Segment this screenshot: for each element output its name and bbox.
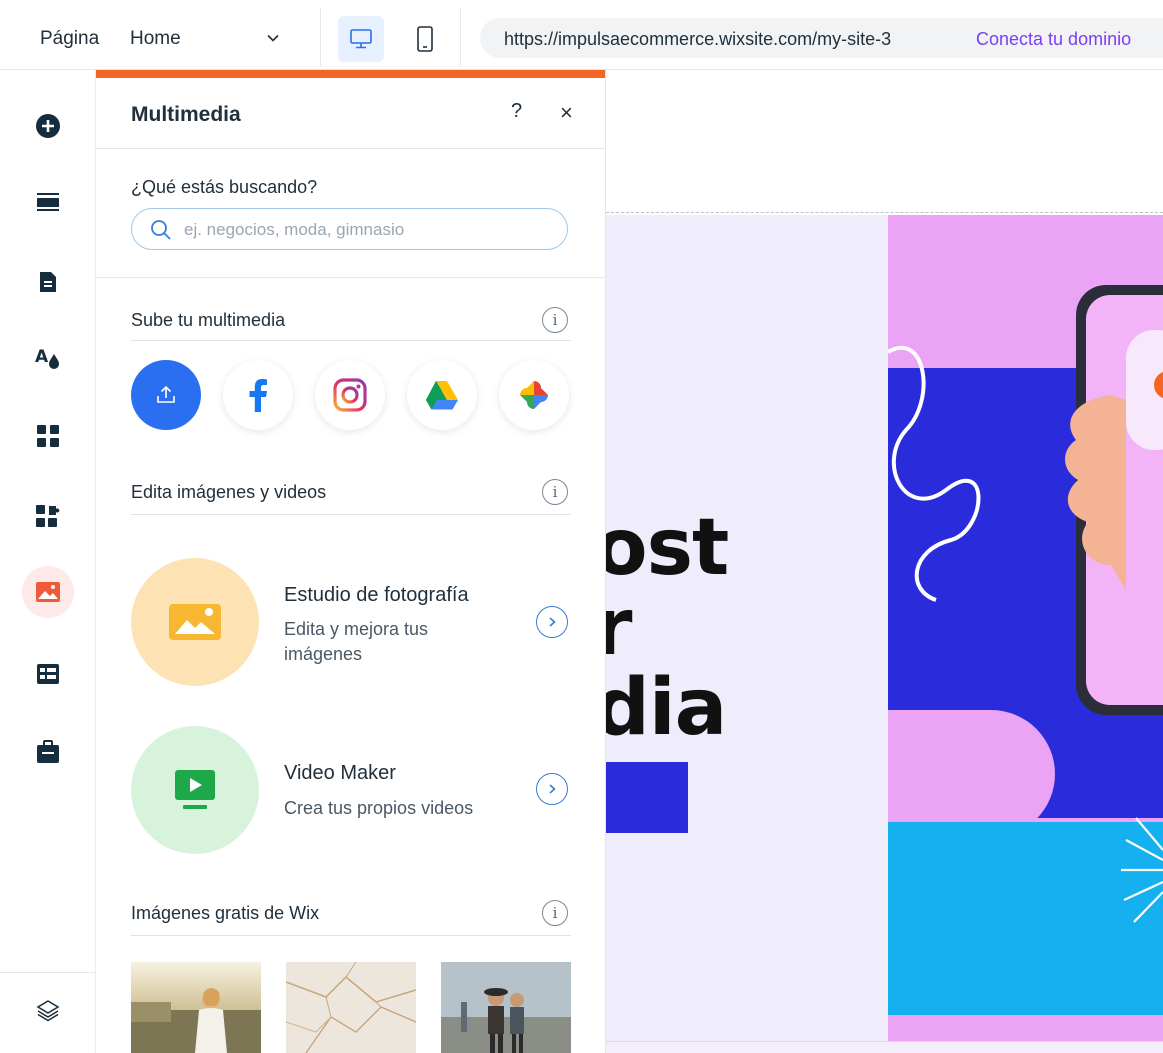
woman-park-image [131,962,261,1053]
info-icon[interactable]: i [542,900,568,926]
free-image-thumbnail[interactable] [286,962,416,1053]
chevron-down-icon[interactable] [266,31,280,45]
photo-studio-open-button[interactable] [536,606,568,638]
media-panel: Multimedia ? × ¿Qué estás buscando? Sube… [96,70,606,1053]
cms-icon [37,664,59,684]
google-photos-icon [520,381,548,409]
marble-texture-image [286,962,416,1053]
free-image-thumbnail[interactable] [441,962,571,1053]
puzzle-icon [36,505,60,527]
design-icon: A [35,347,59,369]
add-apps-button[interactable] [22,490,74,542]
add-elements-button[interactable] [22,100,74,152]
layers-button[interactable] [22,984,74,1036]
media-button[interactable] [22,566,74,618]
divider [131,514,571,515]
google-photos-button[interactable] [499,360,569,430]
photo-studio-thumbnail[interactable] [131,558,259,686]
url-bar[interactable]: https://impulsaecommerce.wixsite.com/my-… [480,18,1163,58]
layers-icon [36,1000,60,1022]
google-drive-button[interactable] [407,360,477,430]
divider [320,8,321,66]
media-icon [36,582,60,602]
page-label: Página [40,28,100,49]
add-section-button[interactable] [22,176,74,228]
upload-icon [157,385,175,403]
photo-studio-description: Edita y mejora tus imágenes [284,619,429,664]
help-button[interactable]: ? [511,100,522,123]
desktop-icon [350,29,372,49]
pages-icon [40,272,56,292]
hero-cta-button[interactable] [606,762,688,833]
info-icon[interactable]: i [542,307,568,333]
divider [131,340,571,341]
facebook-icon [249,379,267,412]
facebook-button[interactable] [223,360,293,430]
divider [96,148,605,149]
search-label: ¿Qué estás buscando? [131,177,318,197]
photo-icon [169,604,221,640]
mobile-icon [417,26,433,52]
search-box[interactable] [131,208,568,250]
apps-icon [37,425,59,447]
chevron-right-icon [549,617,556,627]
top-bar: Página Home https://impulsaecommerce.wix… [0,0,1163,70]
divider [460,8,461,66]
panel-accent-bar [96,70,605,78]
photo-studio-title[interactable]: Estudio de fotografía [284,584,469,607]
site-canvas[interactable]: ost r dia [606,70,1163,1053]
close-button[interactable]: × [560,100,573,126]
video-maker-thumbnail[interactable] [131,726,259,854]
upload-section-title: Sube tu multimedia [131,310,286,330]
instagram-button[interactable] [315,360,385,430]
briefcase-icon [37,740,59,763]
business-button[interactable] [22,726,74,778]
chevron-right-icon [549,784,556,794]
hero-heading-line: dia [606,663,727,753]
google-drive-icon [426,381,458,410]
search-input[interactable] [184,217,554,243]
cms-button[interactable] [22,648,74,700]
search-icon [151,220,171,240]
video-maker-open-button[interactable] [536,773,568,805]
divider [131,935,571,936]
svg-text:A: A [35,347,49,367]
edit-section-title: Edita imágenes y videos [131,482,327,502]
design-button[interactable]: A [22,332,74,384]
mobile-view-button[interactable] [402,16,448,62]
hero-heading-line: ost [606,503,729,593]
desktop-view-button[interactable] [338,16,384,62]
video-maker-title[interactable]: Video Maker [284,762,396,785]
add-icon [36,114,60,138]
divider [96,277,605,278]
upload-button[interactable] [131,360,201,430]
info-icon[interactable]: i [542,479,568,505]
video-icon [175,770,215,809]
next-section-edge [606,1041,1163,1053]
sections-icon [37,193,59,211]
instagram-icon [333,378,367,412]
site-url[interactable]: https://impulsaecommerce.wixsite.com/my-… [504,29,891,50]
apps-button[interactable] [22,410,74,462]
free-images-section-title: Imágenes gratis de Wix [131,903,320,923]
two-kids-image [441,962,571,1053]
page-selector[interactable]: Home [130,28,181,50]
hero-heading-line: r [606,583,632,673]
panel-title: Multimedia [131,103,241,126]
pages-button[interactable] [22,256,74,308]
free-image-thumbnail[interactable] [131,962,261,1053]
left-toolbar: A [0,70,96,1053]
video-maker-description: Crea tus propios videos [284,798,474,818]
divider [0,972,96,973]
connect-domain-link[interactable]: Conecta tu dominio [976,29,1131,50]
